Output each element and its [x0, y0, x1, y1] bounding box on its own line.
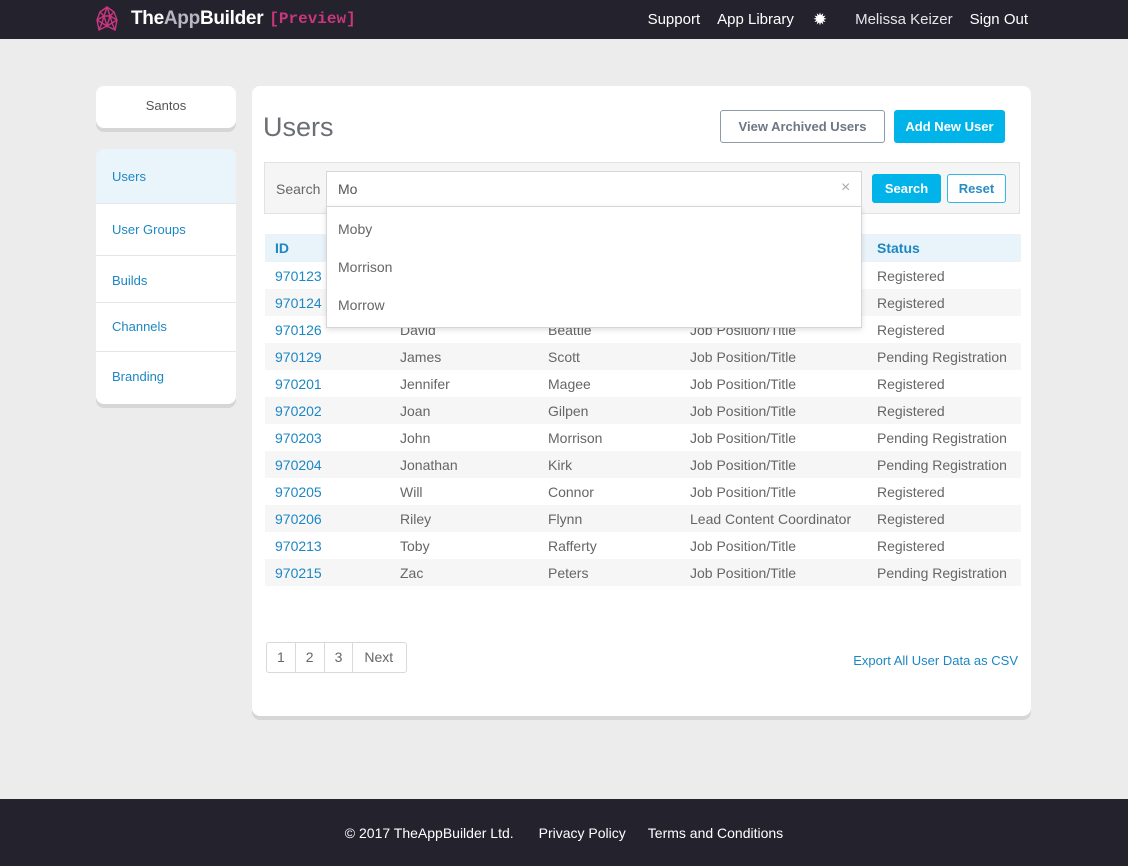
- copyright-text: © 2017 TheAppBuilder Ltd.: [344, 824, 514, 841]
- users-panel: Users View Archived Users Add New User S…: [252, 86, 1031, 716]
- table-row: 970129 James Scott Job Position/Title Pendin…: [265, 343, 1021, 370]
- clear-search-icon[interactable]: ×: [841, 179, 850, 197]
- brand-name: TheAppBuilder: [131, 8, 264, 29]
- terms-link[interactable]: Terms and Conditions: [648, 825, 783, 841]
- cell-id[interactable]: 970206: [265, 511, 390, 527]
- support-link[interactable]: Support: [648, 11, 701, 28]
- cell-first-name: Jennifer: [400, 375, 450, 392]
- cell-id[interactable]: 970203: [265, 430, 390, 446]
- cell-last-name: Peters: [548, 564, 589, 581]
- page-2-button[interactable]: 2: [296, 643, 325, 672]
- page-1-button[interactable]: 1: [267, 643, 296, 672]
- sign-out-link[interactable]: Sign Out: [970, 11, 1028, 28]
- privacy-policy-link[interactable]: Privacy Policy: [539, 825, 626, 841]
- cell-id[interactable]: 970201: [265, 376, 390, 392]
- cell-first-name: Toby: [400, 537, 430, 554]
- search-button[interactable]: Search: [872, 174, 941, 203]
- autocomplete-option[interactable]: Moby: [327, 210, 861, 248]
- table-row: 970206 Riley Flynn Lead Content Coordinator…: [265, 505, 1021, 532]
- cell-job-title: Job Position/Title: [690, 456, 797, 473]
- cell-id[interactable]: 970213: [265, 538, 390, 554]
- cell-status: Pending Registration: [877, 429, 1007, 446]
- cell-id[interactable]: 970129: [265, 349, 390, 365]
- sidebar-item-user-groups[interactable]: User Groups: [96, 204, 236, 256]
- cell-last-name: Morrison: [548, 429, 603, 446]
- search-input[interactable]: [326, 171, 862, 207]
- cell-last-name: Connor: [548, 483, 594, 500]
- pagination: 1 2 3 Next: [266, 642, 408, 673]
- cell-job-title: Job Position/Title: [690, 483, 797, 500]
- table-row: 970215 Zac Peters Job Position/Title Pending…: [265, 559, 1021, 586]
- search-label: Search: [276, 181, 321, 197]
- user-name-link[interactable]: Melissa Keizer: [855, 11, 953, 28]
- sidebar-item-channels[interactable]: Channels: [96, 303, 236, 352]
- sidebar-nav: Users User Groups Builds Channels Brandi…: [96, 149, 236, 404]
- logo-icon: [96, 6, 118, 32]
- add-new-user-button[interactable]: Add New User: [894, 110, 1005, 143]
- table-row: 970201 Jennifer Magee Job Position/Title Reg…: [265, 370, 1021, 397]
- autocomplete-option[interactable]: Morrow: [327, 286, 861, 324]
- cell-last-name: Scott: [548, 348, 580, 365]
- cell-first-name: John: [400, 429, 431, 446]
- column-header-status[interactable]: Status: [867, 240, 1021, 256]
- reset-button[interactable]: Reset: [947, 174, 1006, 203]
- autocomplete-option[interactable]: Morrison: [327, 248, 861, 286]
- app-library-link[interactable]: App Library: [717, 11, 794, 28]
- cell-status: Registered: [877, 267, 945, 284]
- table-row: 970203 John Morrison Job Position/Title Pend…: [265, 424, 1021, 451]
- cell-status: Registered: [877, 510, 945, 527]
- org-name-card: Santos: [96, 86, 236, 128]
- cell-status: Registered: [877, 375, 945, 392]
- next-page-button[interactable]: Next: [353, 643, 406, 672]
- cell-status: Registered: [877, 294, 945, 311]
- cell-id[interactable]: 970204: [265, 457, 390, 473]
- cell-first-name: Jonathan: [400, 456, 458, 473]
- top-nav-bar: TheAppBuilder [Preview] Support App Libr…: [0, 0, 1128, 39]
- table-row: 970202 Joan Gilpen Job Position/Title Regist…: [265, 397, 1021, 424]
- page-3-button[interactable]: 3: [325, 643, 354, 672]
- cell-last-name: Magee: [548, 375, 591, 392]
- cell-id[interactable]: 970205: [265, 484, 390, 500]
- cell-last-name: Kirk: [548, 456, 573, 473]
- cell-first-name: Joan: [400, 402, 431, 419]
- table-row: 970204 Jonathan Kirk Job Position/Title Pend…: [265, 451, 1021, 478]
- cell-last-name: Flynn: [548, 510, 583, 527]
- sidebar-item-users[interactable]: Users: [96, 149, 236, 204]
- cell-status: Registered: [877, 402, 945, 419]
- cell-job-title: Job Position/Title: [690, 564, 797, 581]
- cell-status: Pending Registration: [877, 564, 1007, 581]
- cell-status: Registered: [877, 483, 945, 500]
- cell-last-name: Gilpen: [548, 402, 589, 419]
- table-row: 970205 Will Connor Job Position/Title Regist…: [265, 478, 1021, 505]
- cell-id[interactable]: 970202: [265, 403, 390, 419]
- cell-status: Pending Registration: [877, 456, 1007, 473]
- cell-first-name: James: [400, 348, 442, 365]
- page-title: Users: [263, 112, 334, 142]
- cell-job-title: Job Position/Title: [690, 375, 797, 392]
- sidebar-item-branding[interactable]: Branding: [96, 352, 236, 404]
- preview-tag: [Preview]: [269, 10, 356, 28]
- cell-job-title: Job Position/Title: [690, 402, 797, 419]
- cell-status: Registered: [877, 321, 945, 338]
- table-row: 970213 Toby Rafferty Job Position/Title Regi…: [265, 532, 1021, 559]
- cell-job-title: Job Position/Title: [690, 429, 797, 446]
- cell-first-name: Zac: [400, 564, 424, 581]
- cell-status: Pending Registration: [877, 348, 1007, 365]
- autocomplete-dropdown: Moby Morrison Morrow: [326, 206, 862, 328]
- cell-id[interactable]: 970215: [265, 565, 390, 581]
- export-csv-link[interactable]: Export All User Data as CSV: [853, 653, 1018, 668]
- cell-job-title: Job Position/Title: [690, 348, 797, 365]
- cell-last-name: Rafferty: [548, 537, 597, 554]
- footer: © 2017 TheAppBuilder Ltd. Privacy Policy…: [0, 799, 1128, 866]
- top-nav-links: Support App Library ✹ Melissa Keizer Sig…: [631, 0, 1028, 39]
- view-archived-users-button[interactable]: View Archived Users: [720, 110, 885, 143]
- cell-job-title: Job Position/Title: [690, 537, 797, 554]
- brand-logo[interactable]: TheAppBuilder [Preview]: [92, 4, 356, 34]
- gear-icon[interactable]: ✹: [813, 10, 827, 30]
- cell-job-title: Lead Content Coordinator: [690, 510, 852, 527]
- sidebar-item-builds[interactable]: Builds: [96, 256, 236, 303]
- cell-status: Registered: [877, 537, 945, 554]
- cell-first-name: Will: [400, 483, 423, 500]
- cell-first-name: Riley: [400, 510, 432, 527]
